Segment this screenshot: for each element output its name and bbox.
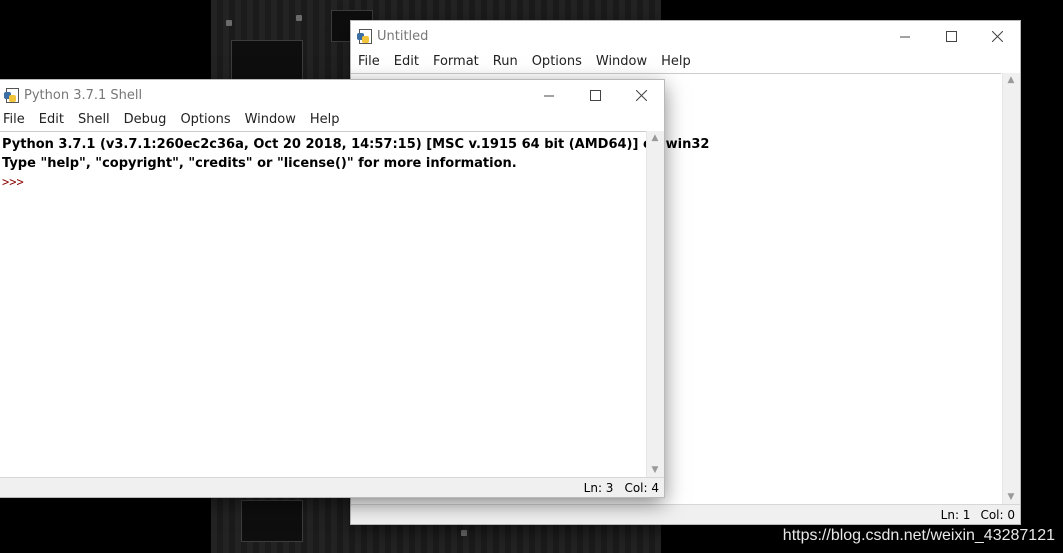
menu-shell[interactable]: Shell [71, 109, 117, 131]
close-icon [635, 89, 647, 101]
shell-menubar: File Edit Shell Debug Options Window Hel… [0, 109, 664, 131]
window-title: Untitled [377, 28, 429, 44]
close-button[interactable] [618, 80, 664, 110]
window-title: Python 3.7.1 Shell [24, 87, 143, 103]
wallpaper-pad [461, 530, 467, 536]
watermark-url: https://blog.csdn.net/weixin_43287121 [782, 527, 1055, 544]
shell-text-area[interactable]: Python 3.7.1 (v3.7.1:260ec2c36a, Oct 20 … [0, 131, 710, 478]
menu-format[interactable]: Format [426, 51, 486, 73]
menu-debug[interactable]: Debug [117, 109, 174, 131]
scroll-down-arrow-icon[interactable]: ▼ [1007, 493, 1015, 502]
maximize-button[interactable] [928, 21, 974, 51]
menu-help[interactable]: Help [654, 51, 698, 73]
shell-scrollbar[interactable]: ▲ ▼ [646, 131, 664, 477]
menu-options[interactable]: Options [525, 51, 589, 73]
untitled-menubar: File Edit Format Run Options Window Help [351, 51, 1020, 73]
minimize-button[interactable] [882, 21, 928, 51]
untitled-titlebar[interactable]: Untitled [351, 21, 1020, 51]
shell-statusbar: Ln: 3 Col: 4 [0, 477, 664, 497]
menu-help[interactable]: Help [303, 109, 347, 131]
scroll-down-arrow-icon[interactable]: ▼ [651, 466, 659, 475]
shell-titlebar[interactable]: Python 3.7.1 Shell [0, 80, 664, 110]
column-number: Col: 4 [624, 480, 659, 495]
minimize-button[interactable] [526, 80, 572, 110]
maximize-icon [945, 30, 957, 42]
column-number: Col: 0 [980, 507, 1015, 522]
shell-help-line: Type "help", "copyright", "credits" or "… [2, 156, 517, 171]
close-icon [991, 30, 1003, 42]
menu-edit[interactable]: Edit [32, 109, 71, 131]
minimize-icon [543, 95, 554, 96]
shell-window[interactable]: Python 3.7.1 Shell File Edit Shell Debug… [0, 80, 710, 497]
untitled-statusbar: Ln: 1 Col: 0 [351, 504, 1020, 524]
wallpaper-pad [296, 15, 302, 21]
menu-window[interactable]: Window [238, 109, 303, 131]
line-number: Ln: 3 [583, 480, 614, 495]
close-button[interactable] [974, 21, 1020, 51]
menu-edit[interactable]: Edit [387, 51, 426, 73]
untitled-scrollbar[interactable]: ▲ ▼ [1002, 73, 1020, 504]
menu-run[interactable]: Run [486, 51, 525, 73]
idle-app-icon [4, 87, 20, 103]
maximize-button[interactable] [572, 80, 618, 110]
shell-banner-line: Python 3.7.1 (v3.7.1:260ec2c36a, Oct 20 … [2, 137, 710, 152]
wallpaper-pad [226, 20, 232, 26]
menu-file[interactable]: File [351, 51, 387, 73]
wallpaper-chip [231, 40, 303, 82]
scroll-up-arrow-icon[interactable]: ▲ [1007, 76, 1015, 85]
menu-file[interactable]: File [0, 109, 32, 131]
menu-options[interactable]: Options [173, 109, 237, 131]
minimize-icon [899, 36, 910, 37]
menu-window[interactable]: Window [589, 51, 654, 73]
idle-app-icon [357, 28, 373, 44]
scroll-up-arrow-icon[interactable]: ▲ [651, 134, 659, 143]
line-number: Ln: 1 [940, 507, 971, 522]
wallpaper-chip [241, 500, 303, 542]
shell-prompt: >>> [2, 175, 24, 189]
maximize-icon [589, 89, 601, 101]
